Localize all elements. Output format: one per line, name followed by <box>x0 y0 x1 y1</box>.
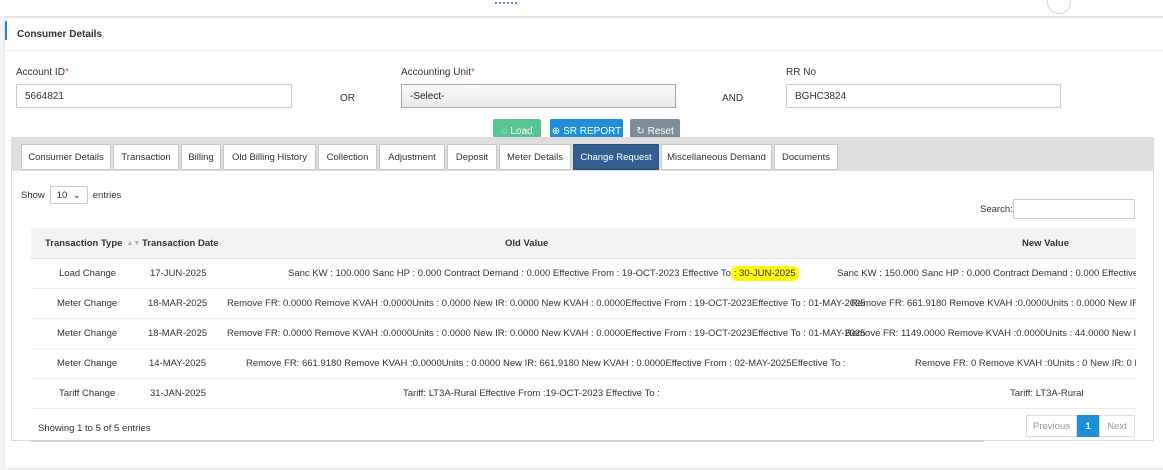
panel-divider <box>5 50 1163 51</box>
plus-circle-icon: ⊕ <box>551 125 561 137</box>
cell-transaction-date: 17-JUN-2025 <box>150 267 207 279</box>
tab-transaction[interactable]: Transaction <box>113 144 179 170</box>
search-input[interactable] <box>1013 199 1135 219</box>
tab-documents[interactable]: Documents <box>774 144 838 170</box>
cell-old-value: Remove FR: 0.0000 Remove KVAH :0.0000Uni… <box>227 327 866 339</box>
cell-transaction-date: 14-MAY-2025 <box>149 357 207 369</box>
tab-change-request[interactable]: Change Request <box>573 144 659 170</box>
tab-old-billing-history[interactable]: Old Billing History <box>223 144 316 170</box>
column-header-old-value[interactable]: Old Value <box>505 228 548 258</box>
cell-new-value: Sanc KW : 150.000 Sanc HP : 0.000 Contra… <box>837 267 1136 279</box>
table-info: Showing 1 to 5 of 5 entries <box>38 423 151 434</box>
chevron-down-icon: ⌄ <box>72 189 81 201</box>
cell-transaction-date: 18-MAR-2025 <box>148 297 208 309</box>
tab-collection[interactable]: Collection <box>318 144 377 170</box>
cell-new-value: Remove FR: 1149.0000 Remove KVAH :0.0000… <box>845 327 1136 339</box>
cell-transaction-type: Tariff Change <box>59 387 116 399</box>
page-length-control: Show 10 ⌄ entries <box>21 186 121 204</box>
cell-old-value: Tariff: LT3A-Rural Effective From :19-OC… <box>403 387 660 399</box>
cell-transaction-type: Meter Change <box>57 357 118 369</box>
table-row: Meter Change 18-MAR-2025 Remove FR: 0.00… <box>31 318 1136 349</box>
accounting-unit-select[interactable]: -Select- <box>401 84 676 108</box>
cell-transaction-date: 31-JAN-2025 <box>150 387 206 399</box>
top-bar <box>0 0 1163 17</box>
tab-miscellaneous-demand[interactable]: Miscellaneous Demand <box>661 144 772 170</box>
cell-transaction-date: 18-MAR-2025 <box>148 327 208 339</box>
rr-no-label: RR No <box>786 67 817 78</box>
column-header-transaction-date[interactable]: Transaction Date <box>142 228 219 258</box>
column-header-new-value[interactable]: New Value <box>1022 228 1069 258</box>
entries-label: entries <box>92 189 122 201</box>
previous-page-button[interactable]: Previous <box>1026 415 1077 437</box>
panel-title: Consumer Details <box>17 29 103 40</box>
tab-billing[interactable]: Billing <box>181 144 221 170</box>
rr-no-field[interactable]: BGHC3824 <box>786 84 1061 108</box>
account-id-label: Account ID* <box>16 67 69 78</box>
and-label: AND <box>722 93 744 104</box>
sort-icon: ▲▼ <box>126 239 141 247</box>
highlighted-text: : 30-JUN-2025 <box>730 265 799 281</box>
table-row: Tariff Change 31-JAN-2025 Tariff: LT3A-R… <box>31 378 1136 409</box>
or-label: OR <box>340 93 355 104</box>
next-page-button[interactable]: Next <box>1099 415 1135 437</box>
show-label: Show <box>21 189 45 201</box>
tab-deposit[interactable]: Deposit <box>447 144 497 170</box>
refresh-icon: ↻ <box>636 125 645 137</box>
page-1-button[interactable]: 1 <box>1077 415 1099 437</box>
cell-new-value: Remove FR: 0 Remove KVAH :0Units : 0 New… <box>915 357 1136 369</box>
tab-consumer-details[interactable]: Consumer Details <box>21 144 111 170</box>
cell-old-value: Remove FR: 661.9180 Remove KVAH :0.0000U… <box>246 357 846 369</box>
cell-old-value: Sanc KW : 100.000 Sanc HP : 0.000 Contra… <box>288 258 799 288</box>
cell-old-value: Remove FR: 0.0000 Remove KVAH :0.0000Uni… <box>227 297 866 309</box>
account-id-field[interactable]: 5664821 <box>16 84 292 108</box>
cell-transaction-type: Load Change <box>59 267 117 279</box>
table-row: Load Change 17-JUN-2025 Sanc KW : 100.00… <box>31 258 1136 289</box>
horizontal-scrollbar[interactable] <box>31 440 984 442</box>
tab-bar: Consumer Details Transaction Billing Old… <box>12 138 1153 171</box>
change-request-table: Transaction Type ▲▼ Transaction Date Old … <box>31 228 1136 410</box>
table-row: Meter Change 14-MAY-2025 Remove FR: 661.… <box>31 348 1136 379</box>
search-label: Search: <box>980 204 1013 215</box>
tab-meter-details[interactable]: Meter Details <box>499 144 571 170</box>
panel-accent-bar <box>5 21 7 40</box>
cell-transaction-type: Meter Change <box>57 327 118 339</box>
user-avatar[interactable] <box>1047 0 1071 14</box>
top-nav-indicator <box>495 0 517 4</box>
cell-new-value: Tariff: LT3A-Rural <box>1010 387 1084 399</box>
cell-new-value: Remove FR: 661.9180 Remove KVAH :0.0000U… <box>851 297 1136 309</box>
tab-adjustment[interactable]: Adjustment <box>379 144 445 170</box>
accounting-unit-label: Accounting Unit* <box>401 67 475 78</box>
spinner-icon: ◌ <box>501 125 508 137</box>
table-row: Meter Change 18-MAR-2025 Remove FR: 0.00… <box>31 288 1136 319</box>
table-header: Transaction Type ▲▼ Transaction Date Old … <box>31 228 1136 259</box>
page-length-select[interactable]: 10 ⌄ <box>49 186 88 204</box>
column-header-transaction-type[interactable]: Transaction Type ▲▼ <box>45 228 140 258</box>
cell-transaction-type: Meter Change <box>57 297 118 309</box>
